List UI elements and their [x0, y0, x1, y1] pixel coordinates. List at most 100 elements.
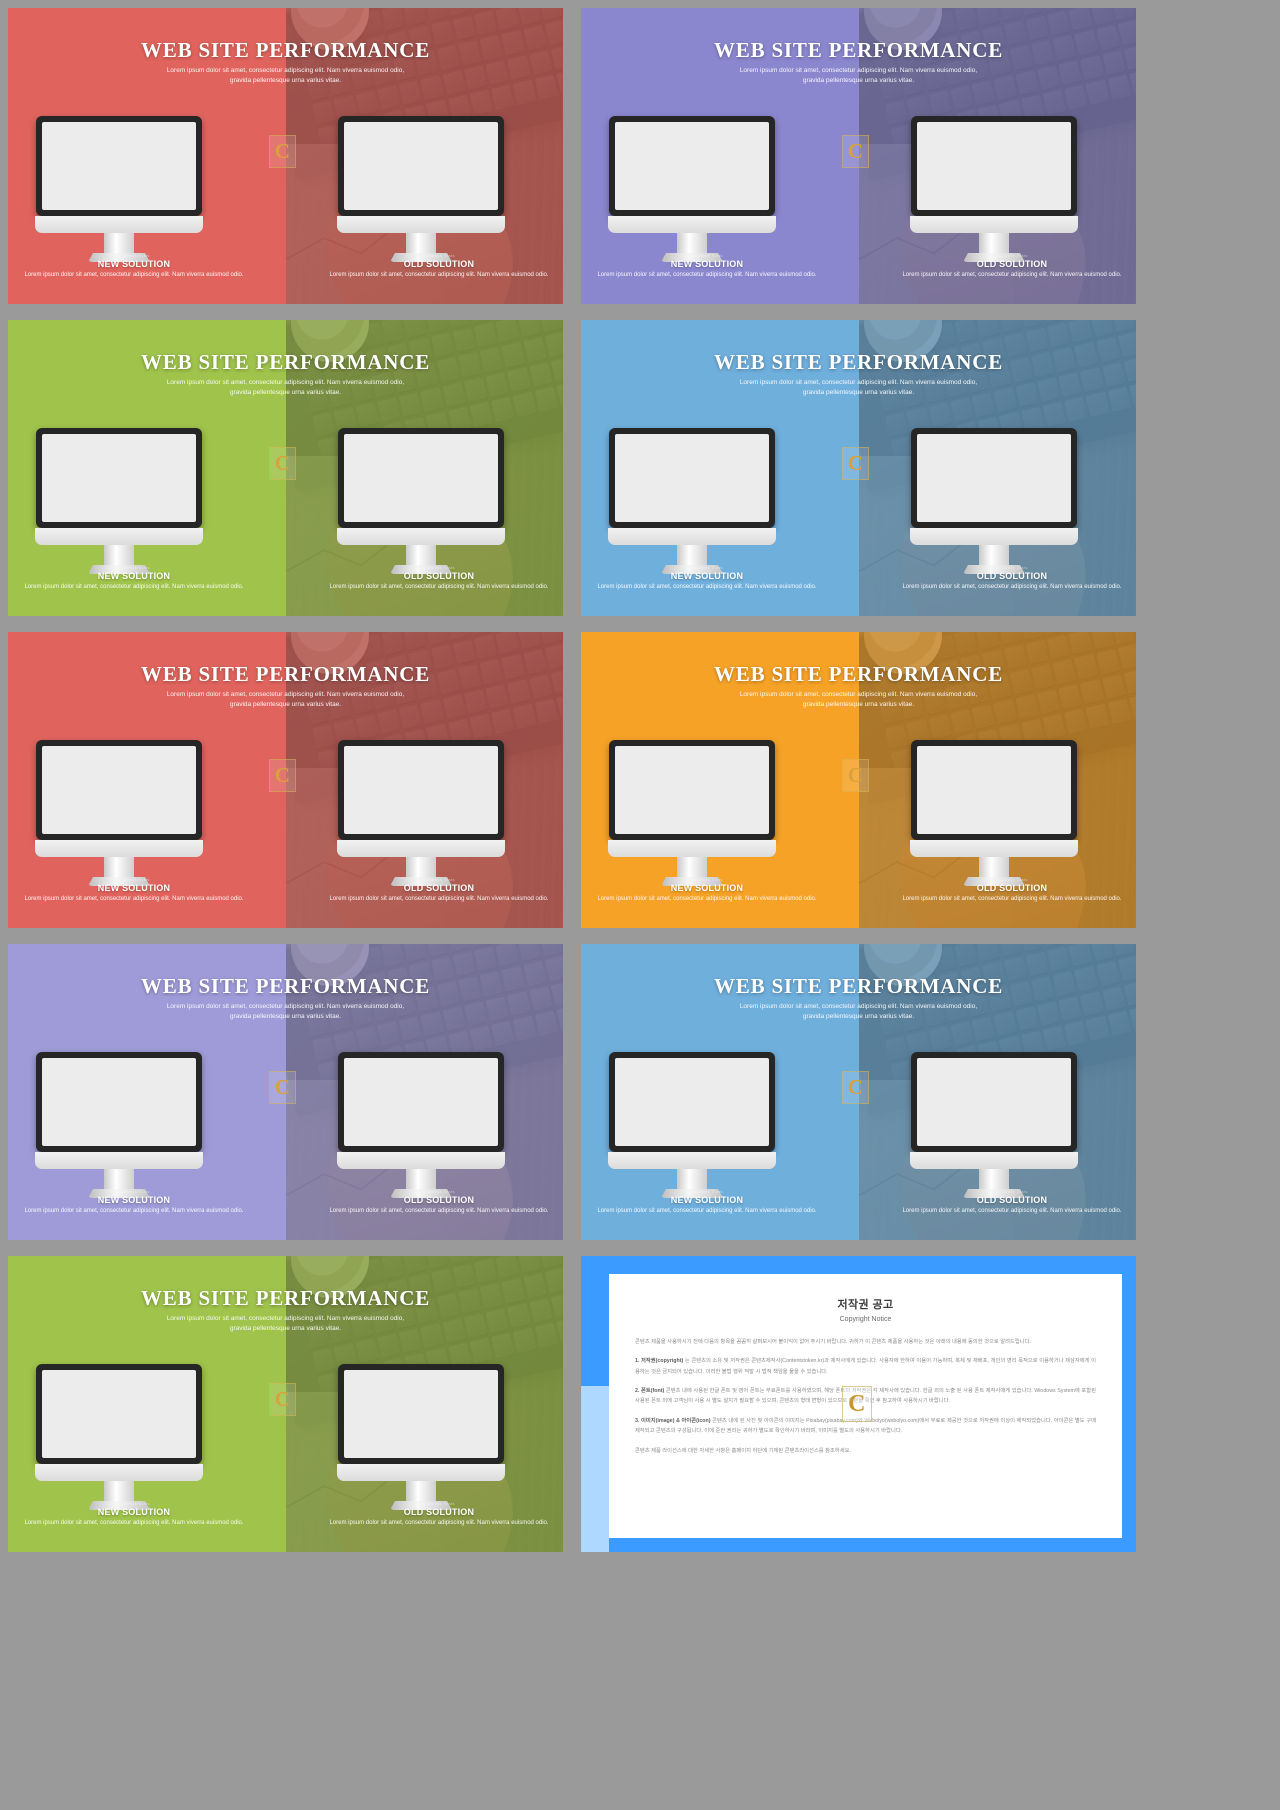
monitor-chin	[35, 840, 203, 857]
monitor-bezel	[911, 740, 1077, 840]
slide-thumbnail-6[interactable]: C WEB SITE PERFORMANCE Lorem ipsum dolor…	[581, 632, 1136, 928]
monitor-display	[917, 1058, 1071, 1146]
monitor-old-solution	[337, 740, 505, 886]
monitor-new-solution	[608, 740, 776, 886]
monitor-bezel	[609, 740, 775, 840]
new-solution-body: Lorem ipsum dolor sit amet, consectetur …	[597, 584, 817, 590]
caption-new-solution: Business Stats NEW SOLUTION Lorem ipsum …	[592, 254, 822, 280]
monitor-new-solution	[608, 1052, 776, 1198]
caption-old-solution: Business Stats OLD SOLUTION Lorem ipsum …	[897, 254, 1127, 280]
new-solution-label: NEW SOLUTION	[670, 571, 744, 581]
copyright-notice-tile[interactable]: 저작권 공고 Copyright Notice 콘텐츠 제품을 사용하시기 전에…	[581, 1256, 1136, 1552]
copyright-footer: 콘텐츠 제품 라이선스에 대한 자세한 사항은 홈페이지 하단에 기재된 콘텐츠…	[635, 1448, 851, 1455]
caption-micro-label: Business Stats	[422, 254, 456, 258]
monitor-neck	[406, 1481, 436, 1501]
slide-title: WEB SITE PERFORMANCE	[140, 974, 431, 998]
caption-new-solution: Business Stats NEW SOLUTION Lorem ipsum …	[592, 1190, 822, 1216]
monitor-neck	[677, 545, 707, 565]
old-solution-label: OLD SOLUTION	[403, 1195, 475, 1205]
monitor-display	[917, 122, 1071, 210]
monitor-neck	[979, 545, 1009, 565]
old-solution-label: OLD SOLUTION	[403, 1507, 475, 1517]
monitor-chin	[608, 840, 776, 857]
caption-micro-label: Business Stats	[117, 566, 151, 570]
slide-thumbnail-4[interactable]: C WEB SITE PERFORMANCE Lorem ipsum dolor…	[581, 320, 1136, 616]
monitor-chin	[35, 528, 203, 545]
accent-band	[581, 1386, 609, 1552]
monitor-bezel	[338, 428, 504, 528]
caption-old-solution: Business Stats OLD SOLUTION Lorem ipsum …	[897, 566, 1127, 592]
monitor-display	[42, 746, 196, 834]
monitor-neck	[104, 545, 134, 565]
monitor-old-solution	[337, 1364, 505, 1510]
old-solution-body: Lorem ipsum dolor sit amet, consectetur …	[329, 896, 549, 902]
monitor-bezel	[36, 1364, 202, 1464]
old-solution-body: Lorem ipsum dolor sit amet, consectetur …	[329, 272, 549, 278]
monitor-old-solution	[910, 116, 1078, 262]
new-solution-body: Lorem ipsum dolor sit amet, consectetur …	[597, 896, 817, 902]
new-solution-body: Lorem ipsum dolor sit amet, consectetur …	[24, 896, 244, 902]
caption-micro-label: Business Stats	[117, 878, 151, 882]
brand-badge-icon: C	[841, 759, 869, 793]
slide-thumbnail-3[interactable]: C WEB SITE PERFORMANCE Lorem ipsum dolor…	[8, 320, 563, 616]
caption-new-solution: Business Stats NEW SOLUTION Lorem ipsum …	[19, 1190, 249, 1216]
monitor-old-solution	[337, 116, 505, 262]
brand-watermark-icon: C	[841, 1386, 872, 1423]
new-solution-label: NEW SOLUTION	[97, 883, 171, 893]
monitor-neck	[406, 857, 436, 877]
copyright-section-body: 는 콘텐츠의 소유 및 저작권은 콘텐츠제작사(Contentstoken.kr…	[635, 1358, 1097, 1375]
copyright-section-heading: 1. 저작권(copyright)	[635, 1358, 684, 1365]
brand-badge-icon: C	[268, 759, 296, 793]
monitor-new-solution	[35, 1052, 203, 1198]
caption-old-solution: Business Stats OLD SOLUTION Lorem ipsum …	[324, 254, 554, 280]
copyright-title-ko: 저작권 공고	[837, 1299, 894, 1311]
monitor-bezel	[338, 1052, 504, 1152]
slide-subtitle: Lorem ipsum dolor sit amet, consectetur …	[739, 1003, 978, 1021]
slide-subtitle: Lorem ipsum dolor sit amet, consectetur …	[166, 1003, 405, 1021]
caption-new-solution: Business Stats NEW SOLUTION Lorem ipsum …	[19, 254, 249, 280]
new-solution-label: NEW SOLUTION	[670, 883, 744, 893]
slide-title: WEB SITE PERFORMANCE	[713, 974, 1004, 998]
monitor-old-solution	[910, 1052, 1078, 1198]
slide-thumbnail-7[interactable]: C WEB SITE PERFORMANCE Lorem ipsum dolor…	[8, 944, 563, 1240]
old-solution-body: Lorem ipsum dolor sit amet, consectetur …	[902, 272, 1122, 278]
monitor-new-solution	[35, 740, 203, 886]
monitor-chin	[910, 528, 1078, 545]
brand-badge-icon: C	[268, 135, 296, 169]
old-solution-body: Lorem ipsum dolor sit amet, consectetur …	[329, 1520, 549, 1526]
monitor-display	[42, 1058, 196, 1146]
old-solution-label: OLD SOLUTION	[403, 571, 475, 581]
monitor-neck	[104, 1481, 134, 1501]
caption-micro-label: Business Stats	[422, 1190, 456, 1194]
slide-thumbnail-1[interactable]: C WEB SITE PERFORMANCE Lorem ipsum dolor…	[8, 8, 563, 304]
brand-badge-icon: C	[268, 1383, 296, 1417]
slide-subtitle: Lorem ipsum dolor sit amet, consectetur …	[739, 379, 978, 397]
caption-micro-label: Business Stats	[690, 1190, 724, 1194]
slide-subtitle: Lorem ipsum dolor sit amet, consectetur …	[166, 379, 405, 397]
brand-badge-icon: C	[268, 447, 296, 481]
monitor-neck	[677, 1169, 707, 1189]
monitor-chin	[35, 1152, 203, 1169]
slide-thumbnail-8[interactable]: C WEB SITE PERFORMANCE Lorem ipsum dolor…	[581, 944, 1136, 1240]
caption-old-solution: Business Stats OLD SOLUTION Lorem ipsum …	[324, 878, 554, 904]
caption-micro-label: Business Stats	[995, 1190, 1029, 1194]
caption-micro-label: Business Stats	[690, 878, 724, 882]
monitor-old-solution	[910, 740, 1078, 886]
caption-micro-label: Business Stats	[422, 566, 456, 570]
brand-badge-icon: C	[841, 1071, 869, 1105]
slide-title: WEB SITE PERFORMANCE	[140, 350, 431, 374]
slide-thumbnail-9[interactable]: C WEB SITE PERFORMANCE Lorem ipsum dolor…	[8, 1256, 563, 1552]
monitor-neck	[677, 857, 707, 877]
brand-badge-icon: C	[841, 135, 869, 169]
monitor-bezel	[609, 116, 775, 216]
slide-thumbnail-2[interactable]: C WEB SITE PERFORMANCE Lorem ipsum dolor…	[581, 8, 1136, 304]
monitor-bezel	[609, 428, 775, 528]
caption-old-solution: Business Stats OLD SOLUTION Lorem ipsum …	[897, 878, 1127, 904]
caption-micro-label: Business Stats	[117, 1502, 151, 1506]
old-solution-label: OLD SOLUTION	[976, 259, 1048, 269]
caption-micro-label: Business Stats	[117, 254, 151, 258]
old-solution-label: OLD SOLUTION	[403, 883, 475, 893]
slide-thumbnail-5[interactable]: C WEB SITE PERFORMANCE Lorem ipsum dolor…	[8, 632, 563, 928]
monitor-neck	[406, 233, 436, 253]
monitor-new-solution	[608, 116, 776, 262]
